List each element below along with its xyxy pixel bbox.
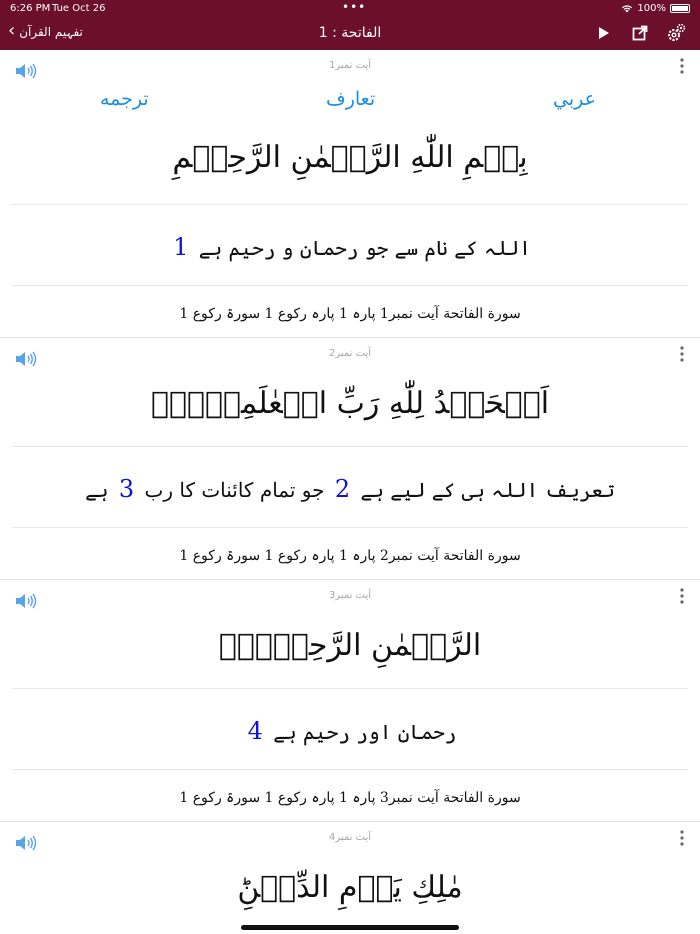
status-date: Tue Oct 26: [52, 3, 106, 14]
arabic-text: اَلۡحَمۡدُ لِلّٰهِ رَبِّ الۡعٰلَمِيۡنَۙ: [150, 386, 550, 421]
footnote-link[interactable]: 4: [244, 717, 267, 745]
more-vertical-icon[interactable]: [680, 346, 688, 366]
status-time: 6:26 PM: [10, 3, 51, 14]
verse-number: آیت نمبر2: [328, 348, 372, 359]
urdu-translation: رحمان اور رحیم ہے 4: [0, 689, 700, 769]
translation-text: تعریف اللہ ہی کے لیے ہے: [360, 478, 615, 502]
urdu-translation: اللہ کے نام سے جو رحمان و رحیم ہے 1: [0, 205, 700, 285]
share-icon[interactable]: [630, 23, 650, 43]
translation-text: ہے: [85, 478, 109, 502]
footnote-link[interactable]: 2: [331, 475, 354, 503]
tab-taaruf[interactable]: تعارف: [326, 88, 375, 110]
verse-reference: سورة الفاتحة آیت نمبر2 پارہ 1 پارہ رکوع …: [179, 548, 521, 564]
more-vertical-icon[interactable]: [680, 830, 688, 850]
nav-actions: [594, 23, 686, 43]
content-tabs: عربي تعارف ترجمه: [0, 84, 700, 130]
battery-icon: [670, 4, 690, 13]
arabic-text: الرَّحۡمٰنِ الرَّحِيۡمِۙ: [218, 628, 482, 663]
home-indicator[interactable]: [241, 925, 459, 930]
wifi-icon: [622, 5, 633, 13]
translation-text: رحمان اور رحیم ہے: [273, 720, 457, 744]
gear-icon[interactable]: [666, 23, 686, 43]
verse-number: آیت نمبر4: [328, 832, 372, 843]
more-vertical-icon[interactable]: [680, 588, 688, 608]
play-icon[interactable]: [594, 23, 614, 43]
verse-card: آیت نمبر2 اَلۡحَمۡدُ لِلّٰهِ رَبِّ الۡعٰ…: [0, 338, 700, 580]
verse-header: آیت نمبر1: [0, 50, 700, 84]
arabic-text: بِسۡمِ اللّٰهِ الرَّحۡمٰنِ الرَّحِيۡمِ: [172, 140, 528, 175]
multitask-dots[interactable]: •••: [342, 0, 366, 14]
verse-card: آیت نمبر3 الرَّحۡمٰنِ الرَّحِيۡمِۙ رحمان…: [0, 580, 700, 822]
verse-header: آیت نمبر4: [0, 822, 700, 856]
verse-header: آیت نمبر3: [0, 580, 700, 614]
arabic-text: مٰلِكِ يَوۡمِ الدِّيۡنِؕ: [237, 870, 463, 905]
verse-reference: سورة الفاتحة آیت نمبر1 پارہ 1 پارہ رکوع …: [179, 306, 521, 322]
verse-number: آیت نمبر1: [328, 60, 372, 71]
tab-tarjuma[interactable]: ترجمه: [100, 88, 149, 110]
verse-card: آیت نمبر1 عربي تعارف ترجمه بِسۡمِ اللّٰه…: [0, 50, 700, 338]
verse-list[interactable]: آیت نمبر1 عربي تعارف ترجمه بِسۡمِ اللّٰه…: [0, 50, 700, 934]
status-right: 100%: [621, 3, 690, 14]
more-vertical-icon[interactable]: [680, 58, 688, 78]
status-bar: 6:26 PM Tue Oct 26 ••• 100%: [0, 0, 700, 17]
verse-number: آیت نمبر3: [328, 590, 372, 601]
nav-bar: ‹ تفہیم القرآن الفاتحة : 1: [0, 17, 700, 50]
translation-text: جو تمام کائنات کا رب: [144, 478, 325, 502]
urdu-translation: تعریف اللہ ہی کے لیے ہے 2 جو تمام کائنات…: [0, 447, 700, 527]
translation-text: اللہ کے نام سے جو رحمان و رحیم ہے: [198, 236, 531, 260]
verse-card: آیت نمبر4 مٰلِكِ يَوۡمِ الدِّيۡنِؕ: [0, 822, 700, 934]
verse-header: آیت نمبر2: [0, 338, 700, 372]
footnote-link[interactable]: 1: [169, 233, 192, 261]
verse-reference: سورة الفاتحة آیت نمبر3 پارہ 1 پارہ رکوع …: [179, 790, 521, 806]
tab-arabic[interactable]: عربي: [553, 88, 596, 110]
battery-percent: 100%: [637, 3, 666, 14]
footnote-link[interactable]: 3: [115, 475, 138, 503]
